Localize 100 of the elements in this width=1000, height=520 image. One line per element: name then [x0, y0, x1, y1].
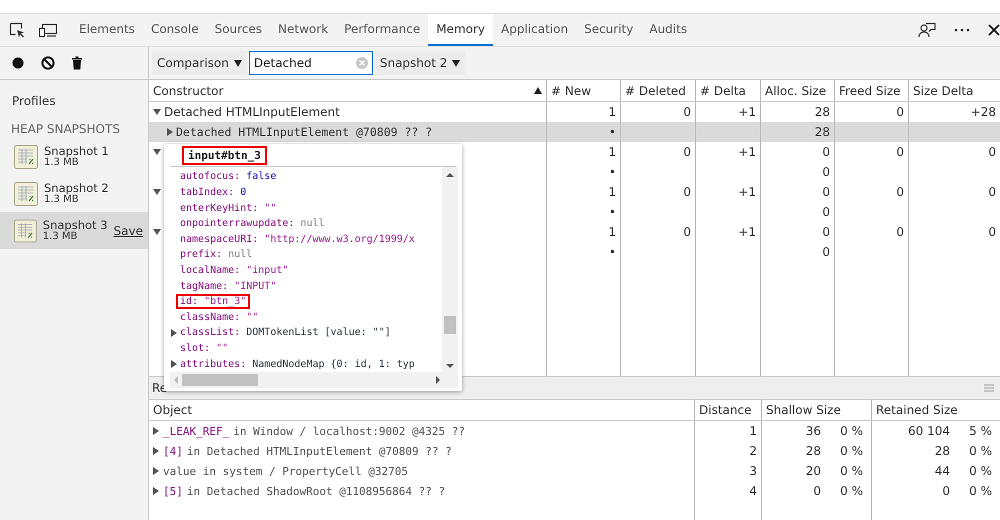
panel-tab[interactable]: Security — [576, 14, 642, 46]
snapshot-name: Snapshot 3 — [42, 218, 108, 230]
property-line: localName: "input" — [179, 264, 290, 278]
vertical-scrollbar[interactable] — [442, 167, 458, 372]
table-cell-text: 0 % — [839, 444, 863, 458]
caret-icon — [452, 60, 460, 66]
table-cell-text: 5 % — [968, 424, 992, 438]
expand-icon[interactable] — [167, 128, 173, 136]
panel-tab[interactable]: Network — [270, 14, 336, 46]
table-cell: 0 — [813, 484, 821, 498]
column-header[interactable]: # Deleted — [621, 80, 696, 101]
column-header[interactable]: Object — [149, 400, 695, 420]
constructor-name: Detached HTMLInputElement @70809 ?? ? — [176, 125, 432, 139]
column-header[interactable]: # Delta — [696, 80, 761, 101]
table-cell: • — [608, 205, 616, 219]
table-cell: 28 — [934, 444, 950, 458]
snapshot-item[interactable]: Snapshot 2 1.3 MB — [0, 175, 148, 212]
snapshot-dropdown[interactable]: Snapshot 2 — [374, 51, 466, 75]
clear-field-icon[interactable] — [356, 57, 368, 69]
column-header[interactable]: # New — [547, 80, 621, 101]
retainer-name: [4] — [163, 444, 183, 458]
table-cell-text: 0 % — [839, 484, 863, 498]
table-cell: +1 — [738, 185, 756, 199]
table-cell: 0 — [822, 165, 830, 179]
more-icon[interactable] — [954, 28, 970, 32]
panel-tab[interactable]: Application — [493, 14, 576, 46]
table-cell: 0 — [896, 105, 904, 119]
panel-tab[interactable]: Sources — [206, 14, 270, 46]
property-line: slot: "" — [179, 342, 230, 356]
section-heading: HEAP SNAPSHOTS — [10, 121, 121, 138]
snapshot-name: Snapshot 1 — [44, 144, 109, 156]
column-header[interactable]: Alloc. Size — [761, 80, 835, 101]
panel-tab[interactable]: Audits — [641, 14, 696, 46]
expand-icon[interactable] — [171, 328, 177, 337]
view-dropdown[interactable]: Comparison — [152, 51, 247, 75]
expand-icon[interactable] — [153, 487, 159, 495]
snapshot-icon — [14, 218, 37, 242]
table-cell: +1 — [738, 145, 756, 159]
table-cell: 0 — [683, 145, 691, 159]
panel-tab[interactable]: Elements — [71, 14, 143, 46]
table-cell: 0 — [822, 225, 830, 239]
expand-icon[interactable] — [153, 447, 159, 455]
snapshot-item[interactable]: Snapshot 1 1.3 MB — [0, 138, 148, 175]
expand-icon[interactable] — [153, 109, 161, 115]
table-cell: 0 — [942, 484, 950, 498]
property-line: className: "" — [179, 310, 260, 325]
expand-icon[interactable] — [153, 427, 159, 435]
clear-icon[interactable] — [41, 56, 55, 70]
panel-tab[interactable]: Memory — [428, 14, 494, 46]
table-cell: 28 — [814, 125, 830, 139]
table-cell: 36 — [806, 424, 821, 438]
column-header[interactable]: Shallow Size — [762, 400, 872, 420]
expand-icon[interactable] — [153, 467, 159, 475]
table-cell: 0 — [822, 185, 830, 199]
inspect-icon[interactable] — [9, 22, 25, 38]
table-cell-text: 0 % — [839, 424, 863, 438]
device-icon[interactable] — [39, 22, 57, 38]
table-cell: 0 — [683, 105, 691, 119]
filter-field[interactable]: Detached — [248, 51, 373, 75]
table-cell: 0 — [822, 245, 830, 259]
save-link[interactable]: Save — [114, 224, 143, 238]
panel-tab[interactable]: Performance — [336, 14, 428, 46]
column-header[interactable]: Retained Size — [872, 400, 1000, 420]
table-cell: 28 — [814, 105, 830, 119]
table-cell: 20 — [806, 464, 821, 478]
trash-icon[interactable] — [72, 56, 82, 70]
constructor-name: Detached HTMLInputElement — [164, 105, 340, 119]
column-header[interactable]: Constructor — [149, 80, 547, 101]
record-icon[interactable] — [12, 57, 24, 69]
snapshot-icon — [14, 144, 38, 168]
property-line: prefix: null — [179, 248, 254, 262]
column-header[interactable]: Freed Size — [835, 80, 909, 101]
drag-handle-icon[interactable] — [984, 384, 994, 392]
table-cell: 1 — [608, 105, 616, 119]
sort-icon — [534, 87, 542, 94]
table-cell: 0 — [988, 145, 996, 159]
table-cell: +28 — [970, 105, 996, 119]
table-cell: 0 — [896, 185, 904, 199]
column-header[interactable]: Size Delta — [909, 80, 1000, 101]
profiles-heading: Profiles — [11, 93, 57, 110]
table-cell: • — [608, 165, 616, 179]
table-cell: 28 — [806, 444, 821, 458]
property-line: attributes: NamedNodeMap {0: id, 1: typ — [179, 358, 416, 372]
panel-tab[interactable]: Console — [142, 14, 207, 46]
horizontal-scrollbar[interactable] — [170, 372, 458, 388]
table-row[interactable]: Detached HTMLInputElement @70809 ?? ? • 28 — [149, 122, 1000, 142]
retainer-name: _LEAK_REF_ — [163, 424, 230, 438]
feedback-icon[interactable] — [918, 22, 936, 38]
retainer-name: [5] — [163, 484, 183, 498]
property-line: tagName: "INPUT" — [179, 280, 278, 294]
property-line: namespaceURI: "http://www.w3.org/1999/x — [179, 232, 416, 247]
table-cell: 1 — [608, 145, 616, 159]
table-cell: 0 — [822, 205, 830, 219]
snapshot-size: 1.3 MB — [44, 194, 79, 206]
table-cell: 0 — [683, 185, 691, 199]
column-header[interactable]: Distance — [695, 400, 762, 420]
property-line: onpointerrawupdate: null — [179, 217, 326, 232]
table-cell: 2 — [749, 444, 757, 458]
property-line: enterKeyHint: "" — [179, 202, 278, 216]
close-icon[interactable] — [988, 24, 1000, 36]
